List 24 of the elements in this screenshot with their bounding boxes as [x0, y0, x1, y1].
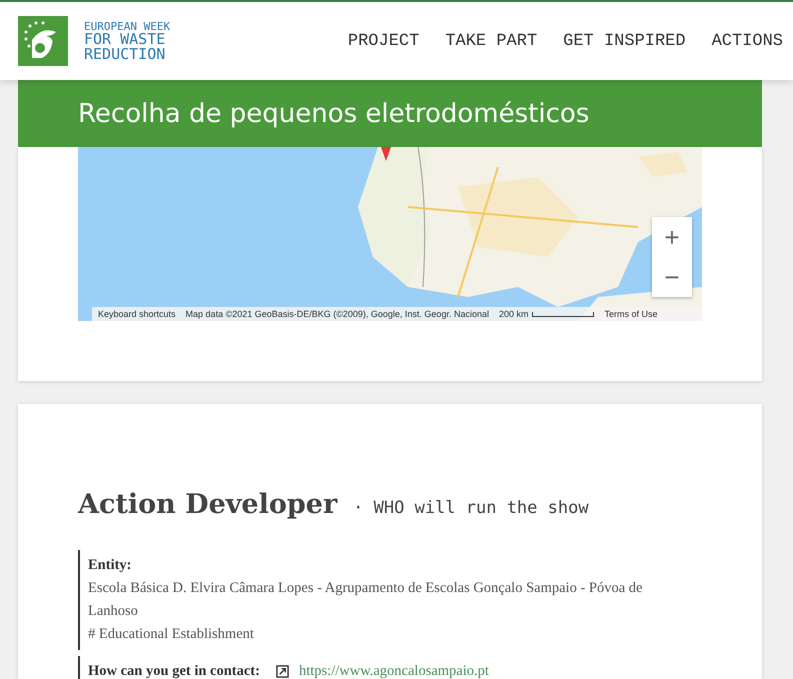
- terms-link[interactable]: Terms of Use: [604, 309, 658, 319]
- nav-link[interactable]: TAKE PART: [445, 32, 538, 50]
- logo-text: EUROPEAN WEEK: [84, 20, 170, 32]
- section-title: Action Developer: [78, 489, 338, 520]
- entity-name: Escola Básica D. Elvira Câmara Lopes - Agrupamento de Escolas Gonçalo Sampaio - Póvoa de Lanhoso: [88, 579, 644, 621]
- nav-link[interactable]: ACTIONS: [712, 32, 783, 50]
- section-subtitle: · WHO will run the show: [353, 498, 589, 518]
- hand-logo-icon[interactable]: [18, 16, 68, 66]
- external-link-icon: [276, 665, 289, 678]
- map-scale: 200 km: [498, 309, 594, 319]
- entity-type: # Educational Establishment: [88, 625, 255, 644]
- zoom-in-button[interactable]: +: [652, 217, 692, 257]
- page-title: Recolha de pequenos eletrodomésticos: [78, 98, 590, 128]
- nav-link[interactable]: GET INSPIRED: [563, 32, 686, 50]
- logo-text: FOR WASTE: [84, 32, 166, 46]
- nav-link[interactable]: PROJECT: [348, 32, 420, 50]
- logo-text: REDUCTION: [84, 46, 166, 62]
- website-link[interactable]: https://www.agoncalosampaio.pt: [298, 660, 489, 679]
- scale-bar-icon: [532, 312, 594, 316]
- zoom-out-button[interactable]: −: [652, 257, 692, 297]
- contact-label: How can you get in contact:: [88, 662, 260, 679]
- keyboard-shortcuts-link[interactable]: Keyboard shortcuts: [98, 309, 176, 319]
- map-data-text: Map data ©2021 GeoBasis-DE/BKG (©2009), Google, Inst. Geogr. Nacional: [186, 309, 489, 319]
- entity-label: Entity:: [88, 556, 132, 575]
